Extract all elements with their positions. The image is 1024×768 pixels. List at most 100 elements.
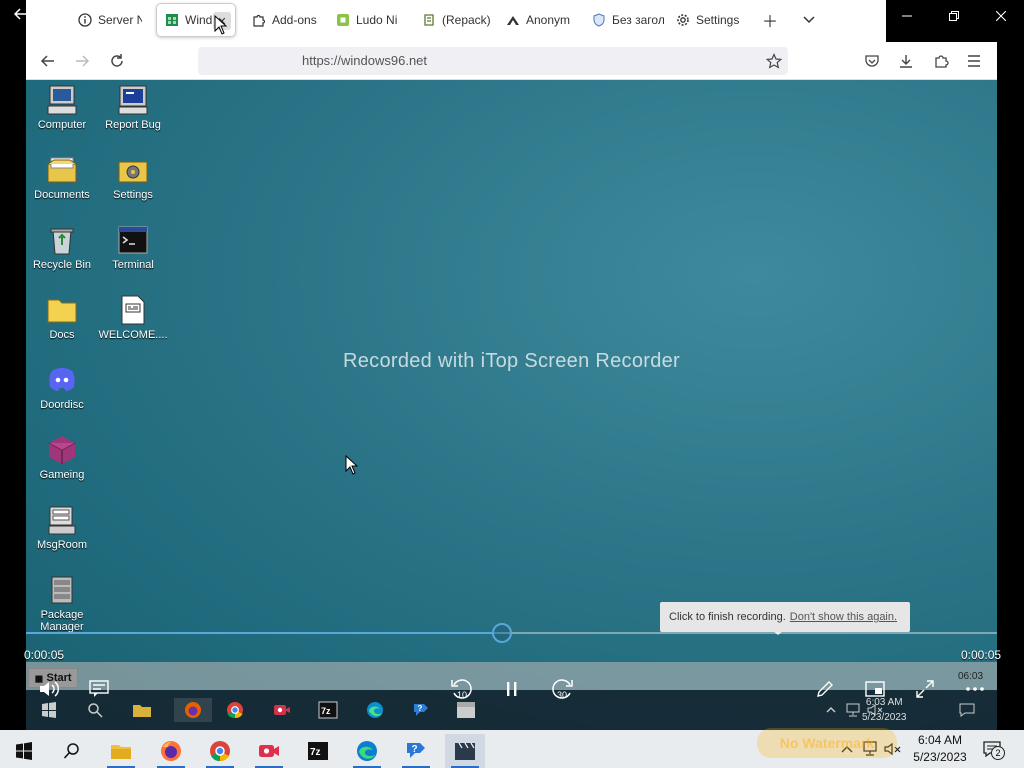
subtitles-icon[interactable] [84,676,114,702]
report-bug-icon [117,84,149,116]
desktop-icon-settings[interactable]: Settings [97,154,169,201]
reload-icon[interactable] [105,49,129,73]
taskbar-help-icon[interactable]: ? [396,734,436,768]
package-manager-icon [46,574,78,606]
pause-icon[interactable] [497,676,527,702]
start-button[interactable] [4,734,44,768]
bookmark-star-icon[interactable] [762,49,786,73]
file-explorer-icon[interactable] [129,698,155,722]
svg-text:7z: 7z [310,747,321,758]
new-tab-button[interactable]: ＋ [758,8,782,32]
taskbar-7zip-icon[interactable]: 7z [298,734,338,768]
taskbar-screen-recorder-icon[interactable] [249,734,289,768]
settings-icon [117,154,149,186]
desktop-icon-welcome[interactable]: WELCOME.... [97,294,169,341]
desktop-icon-recycle-bin[interactable]: Recycle Bin [26,224,98,271]
tab-repack[interactable]: (Repack) [414,3,494,37]
forward-arrow-icon[interactable] [70,49,94,73]
tab-server[interactable]: Server N [70,3,142,37]
volume-icon[interactable] [34,676,64,702]
ludo-icon [336,13,350,27]
navigation-bar: https://windows96.net [26,42,997,80]
edit-pencil-icon[interactable] [810,676,840,702]
desktop-icon-label: Documents [34,189,90,201]
notification-count-badge: 2 [991,746,1005,760]
desktop-icon-terminal[interactable]: Terminal [97,224,169,271]
msgroom-icon [46,504,78,536]
tab-ludo[interactable]: Ludo Ni [328,3,408,37]
dont-show-again-link[interactable]: Don't show this again. [790,611,897,623]
desktop-icon-package-manager[interactable]: Package Manager [26,574,98,633]
screen-recorder-icon[interactable] [269,698,295,722]
player-back-arrow-icon[interactable] [13,7,28,26]
tab-untitled[interactable]: Без загол [584,3,664,37]
skip-forward-label: 30 [557,690,567,700]
seek-bar[interactable] [26,623,997,643]
back-arrow-icon[interactable] [36,49,60,73]
tab-label: Settings [696,13,740,27]
firefox-icon[interactable] [174,698,212,722]
pocket-icon[interactable] [860,49,884,73]
taskbar-clock[interactable]: 6:04 AM 5/23/2023 [905,730,975,768]
current-time: 0:00:05 [24,648,65,662]
tab-label: Server N [98,13,142,27]
tab-label: Ludo Ni [356,13,398,27]
close-window-icon[interactable] [977,0,1024,32]
address-bar[interactable]: https://windows96.net [198,47,788,75]
desktop-icon-label: Terminal [112,259,154,271]
taskbar-edge-icon[interactable] [347,734,387,768]
info-icon [78,13,92,27]
desktop-icon-report-bug[interactable]: Report Bug [97,84,169,131]
desktop-icon-label: MsgRoom [36,539,88,551]
inner-clock-date: 5/23/2023 [862,712,907,723]
skip-back-button[interactable]: 10 [447,676,477,702]
desktop-icon-msgroom[interactable]: MsgRoom [26,504,98,551]
desktop-icon-gameing[interactable]: Gameing [26,434,98,481]
mouse-pointer-icon [214,14,228,40]
window-controls [884,0,1024,32]
url-text[interactable]: https://windows96.net [302,53,427,68]
taskbar-firefox-icon[interactable] [151,734,191,768]
taskbar-search-icon[interactable] [52,734,92,768]
fullscreen-icon[interactable] [910,676,940,702]
tab-list-chevron-icon[interactable] [797,8,821,32]
tab-settings[interactable]: Settings [668,3,758,37]
text-file-icon [117,294,149,326]
clock-date: 5/23/2023 [913,750,967,764]
tab-anonym[interactable]: Anonym [498,3,580,37]
puzzle-icon [252,13,266,27]
edge-icon[interactable] [362,698,388,722]
mini-view-icon[interactable] [860,676,890,702]
chrome-icon[interactable] [222,698,248,722]
seek-thumb[interactable] [491,623,512,643]
extensions-icon[interactable] [929,49,953,73]
tab-addons[interactable]: Add-ons [244,3,324,37]
gear-icon [676,13,690,27]
finish-recording-tooltip[interactable]: Click to finish recording. Don't show th… [660,602,910,635]
windows96-icon [165,13,179,27]
minimize-icon[interactable] [884,0,931,32]
desktop-icon-label: Doordisc [40,399,84,411]
7zip-icon[interactable]: 7z [315,698,341,722]
skip-forward-button[interactable]: 30 [547,676,577,702]
desktop-icon-label: Settings [113,189,153,201]
download-icon[interactable] [894,49,918,73]
documents-icon [46,154,78,186]
no-watermark-badge[interactable]: No Watermark [757,728,897,758]
desktop-icon-docs[interactable]: Docs [26,294,98,341]
taskbar-file-explorer-icon[interactable] [101,734,141,768]
restore-icon[interactable] [931,0,978,32]
desktop-icon-computer[interactable]: Computer [26,84,98,131]
taskbar-chrome-icon[interactable] [200,734,240,768]
skip-back-label: 10 [457,690,467,700]
desktop-icon-documents[interactable]: Documents [26,154,98,201]
mouse-cursor-icon [345,454,359,480]
hamburger-menu-icon[interactable] [962,49,986,73]
tooltip-text: Click to finish recording. [669,611,786,623]
desktop-icon-label: Recycle Bin [32,259,92,271]
more-options-icon[interactable] [960,676,990,702]
clock-time: 6:04 AM [917,733,963,747]
help-icon[interactable]: ? [408,698,434,722]
svg-text:?: ? [412,744,418,755]
taskbar-clapperboard-icon[interactable] [445,734,485,768]
